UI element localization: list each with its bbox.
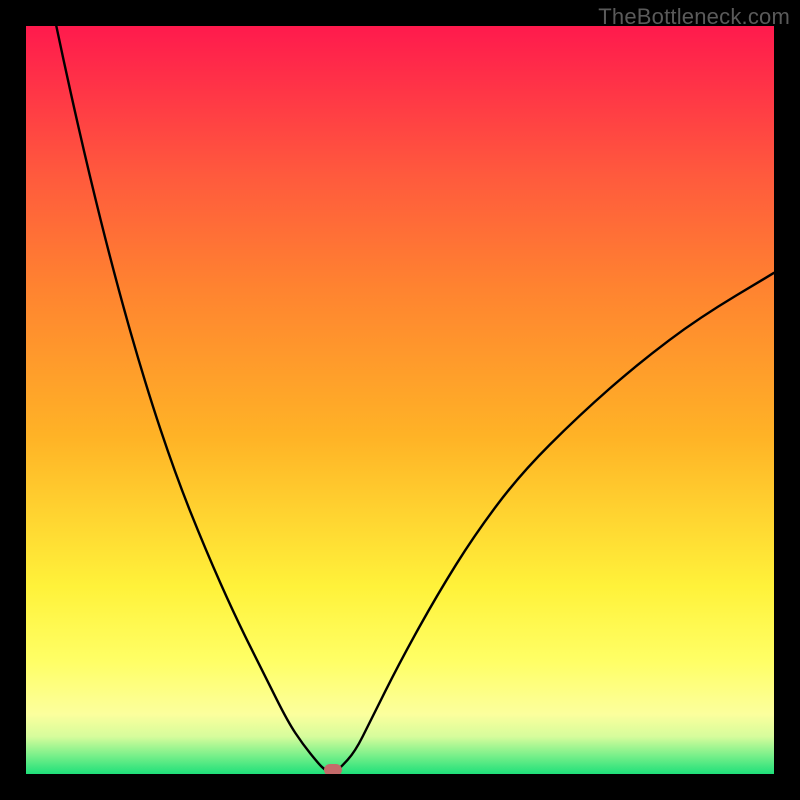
bottleneck-curve (26, 26, 774, 773)
chart-container: TheBottleneck.com (0, 0, 800, 800)
watermark-text: TheBottleneck.com (598, 4, 790, 30)
curve-svg (26, 26, 774, 774)
minimum-marker (324, 764, 342, 774)
plot-area (26, 26, 774, 774)
